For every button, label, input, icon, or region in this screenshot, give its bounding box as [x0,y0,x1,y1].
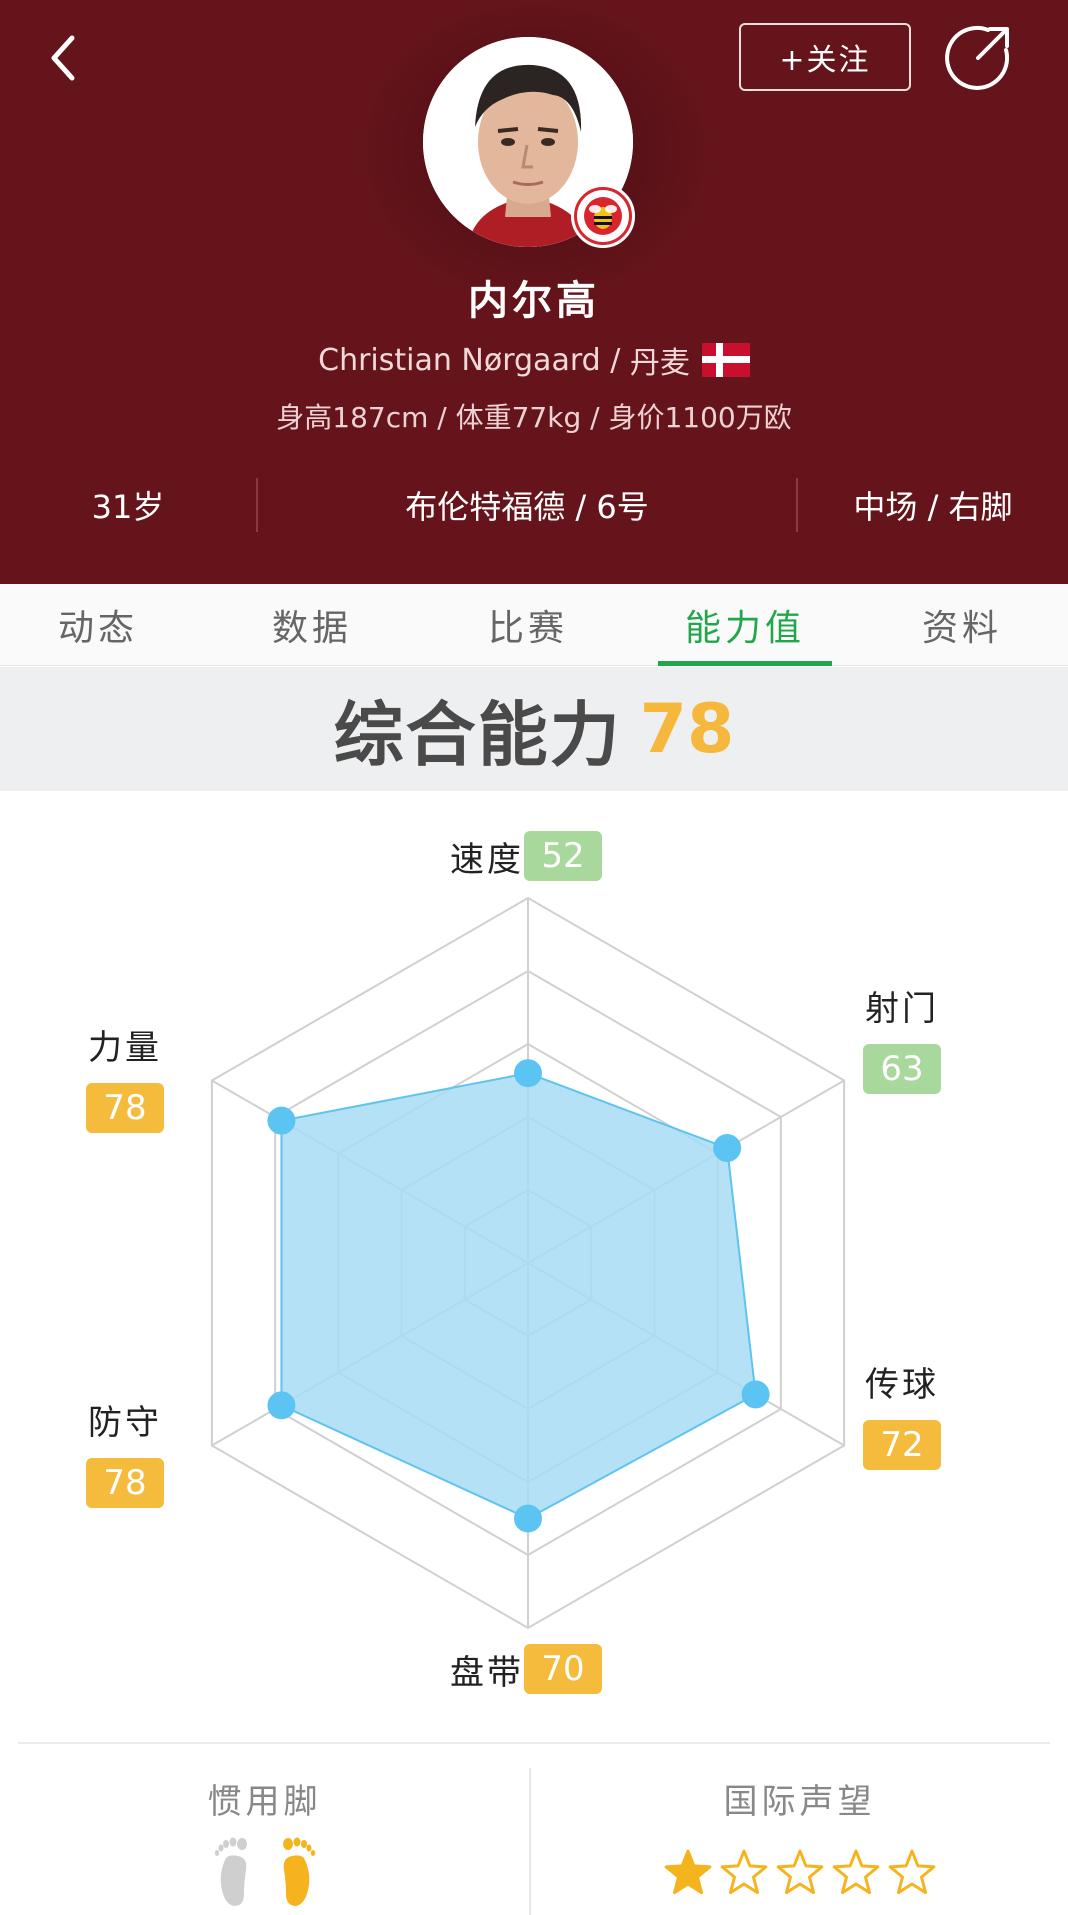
tab-matches[interactable]: 比赛 [430,584,626,666]
star-empty-icon [888,1849,935,1895]
denmark-flag-icon [701,343,750,377]
player-club-number[interactable]: 布伦特福德 / 6号 [258,470,796,540]
tab-stats[interactable]: 数据 [214,584,410,666]
overall-label: 综合能力 [333,693,622,776]
left-foot-icon [214,1837,247,1906]
attr-speed: 速度 52 [450,831,602,881]
ability-radar: 速度 52 射门 63 传球 72 盘带 70 防守 78 力量 78 [0,791,1068,1741]
player-nationality: 丹麦 [629,346,690,381]
attr-passing: 传球 72 [863,1357,941,1470]
radar-point-2 [741,1380,770,1409]
attr-passing-value: 72 [863,1420,941,1470]
player-name-line: Christian Nørgaard / 丹麦 [0,338,1068,382]
tab-bar: 动态 数据 比赛 能力值 资料 [0,584,1068,666]
attr-strength: 力量 78 [86,1020,164,1133]
radar-chart [210,896,846,1630]
player-header: +关注 内尔高 Christian Nørgaard / 丹麦 身高187cm … [0,0,1068,584]
player-age: 31岁 [91,488,165,526]
follow-button[interactable]: +关注 [739,23,911,91]
share-icon [945,26,1010,90]
player-position-foot: 中场 / 右脚 [853,488,1013,526]
bottom-info: 惯用脚 国际声望 [0,1744,1068,1915]
club-badge [571,184,635,248]
attr-dribbling-value: 70 [524,1644,602,1694]
attr-dribbling: 盘带 70 [450,1644,602,1694]
radar-point-0 [514,1059,542,1088]
player-name-cn: 内尔高 [468,278,600,324]
player-body-info: 身高187cm / 体重77kg / 身价1100万欧 [276,401,792,434]
star-filled-icon [664,1849,711,1895]
radar-point-3 [514,1504,542,1533]
back-button[interactable] [36,28,96,88]
attr-speed-label: 速度 [450,839,524,880]
star-empty-icon [720,1849,767,1895]
attr-strength-label: 力量 [88,1028,162,1068]
tab-active-indicator [658,661,832,666]
attr-strength-value: 78 [86,1083,164,1133]
tab-ability[interactable]: 能力值 [658,584,832,666]
preferred-foot-label: 惯用脚 [207,1782,322,1822]
right-foot-icon [282,1837,315,1906]
feet-icons [0,1834,529,1908]
share-button[interactable] [940,20,1016,96]
radar-point-1 [713,1134,742,1163]
preferred-foot-section: 惯用脚 [0,1744,529,1915]
attr-defending: 防守 78 [86,1395,164,1508]
overall-score: 78 [639,689,735,769]
radar-point-5 [267,1106,296,1135]
attr-shooting-value: 63 [863,1044,941,1094]
overall-rating: 综合能力 78 [0,667,1068,791]
attr-shooting-label: 射门 [865,989,939,1029]
radar-point-4 [267,1391,296,1420]
chevron-left-icon [51,35,75,81]
reputation-label: 国际声望 [723,1782,876,1822]
attr-defending-label: 防守 [88,1403,162,1443]
attr-speed-value: 52 [524,831,602,881]
tab-news[interactable]: 动态 [0,584,196,666]
tab-profile[interactable]: 资料 [864,584,1060,666]
tab-ability-label: 能力值 [684,608,805,649]
star-empty-icon [832,1849,879,1895]
name-separator: / [600,342,630,378]
reputation-section: 国际声望 [531,1744,1068,1915]
player-info-row: 31岁 布伦特福德 / 6号 中场 / 右脚 [0,470,1068,540]
player-name-en: Christian Nørgaard [318,342,601,378]
radar-data-area [280,1072,757,1520]
brentford-crest-icon [577,190,629,242]
star-empty-icon [776,1849,823,1895]
attr-defending-value: 78 [86,1458,164,1508]
attr-passing-label: 传球 [865,1365,939,1405]
attr-shooting: 射门 63 [863,981,941,1094]
attr-dribbling-label: 盘带 [450,1652,524,1693]
reputation-stars [531,1848,1068,1898]
